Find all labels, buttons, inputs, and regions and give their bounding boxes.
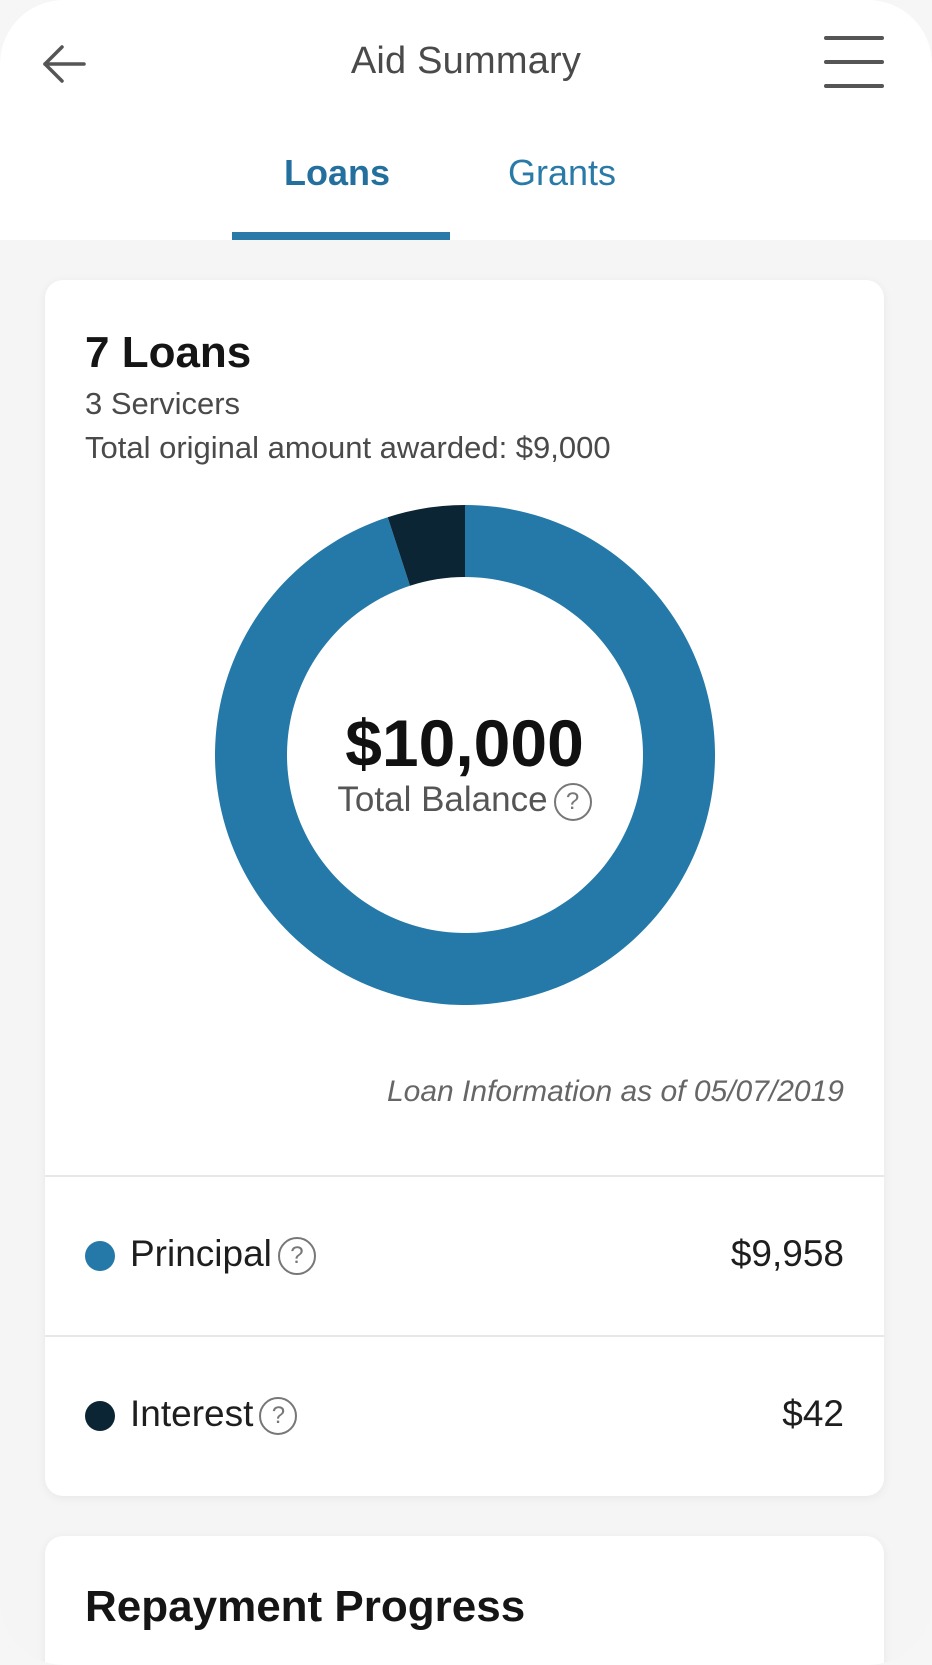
page-title: Aid Summary xyxy=(350,40,582,82)
app-screen: Aid Summary Loans Grants 7 Loans 3 Servi… xyxy=(0,0,932,1665)
total-balance-amount: $10,000 xyxy=(345,706,584,780)
principal-row: Principal? $9,958 xyxy=(45,1177,884,1335)
tab-loans[interactable]: Loans xyxy=(284,152,390,194)
help-icon[interactable]: ? xyxy=(259,1397,298,1436)
principal-value: $9,958 xyxy=(730,1233,844,1274)
total-balance-label: Total Balance xyxy=(337,780,548,819)
principal-label-row: Principal? xyxy=(130,1233,316,1276)
interest-label-row: Interest? xyxy=(130,1393,298,1436)
interest-label: Interest xyxy=(130,1393,254,1434)
tab-bar: Loans Grants xyxy=(0,140,932,240)
principal-legend-dot xyxy=(85,1241,115,1271)
interest-row: Interest? $42 xyxy=(45,1337,884,1495)
help-icon[interactable]: ? xyxy=(553,782,592,821)
servicers-count: 3 Servicers xyxy=(85,386,241,421)
active-tab-indicator xyxy=(232,232,450,240)
interest-legend-dot xyxy=(85,1401,115,1431)
help-icon[interactable]: ? xyxy=(277,1237,316,1276)
top-bar: Aid Summary Loans Grants xyxy=(0,0,932,240)
principal-label: Principal xyxy=(130,1233,272,1274)
interest-value: $42 xyxy=(782,1393,844,1434)
total-balance-label-row: Total Balance? xyxy=(45,780,884,821)
menu-button[interactable] xyxy=(820,34,886,90)
loans-summary-card: 7 Loans 3 Servicers Total original amoun… xyxy=(45,280,884,1496)
as-of-date: Loan Information as of 05/07/2019 xyxy=(386,1075,844,1108)
repayment-progress-title: Repayment Progress xyxy=(85,1582,526,1631)
repayment-progress-card[interactable]: Repayment Progress xyxy=(45,1536,884,1665)
tab-grants[interactable]: Grants xyxy=(508,152,616,194)
menu-icon xyxy=(824,36,884,40)
loans-count: 7 Loans xyxy=(85,328,252,377)
original-amount: Total original amount awarded: $9,000 xyxy=(85,430,611,465)
